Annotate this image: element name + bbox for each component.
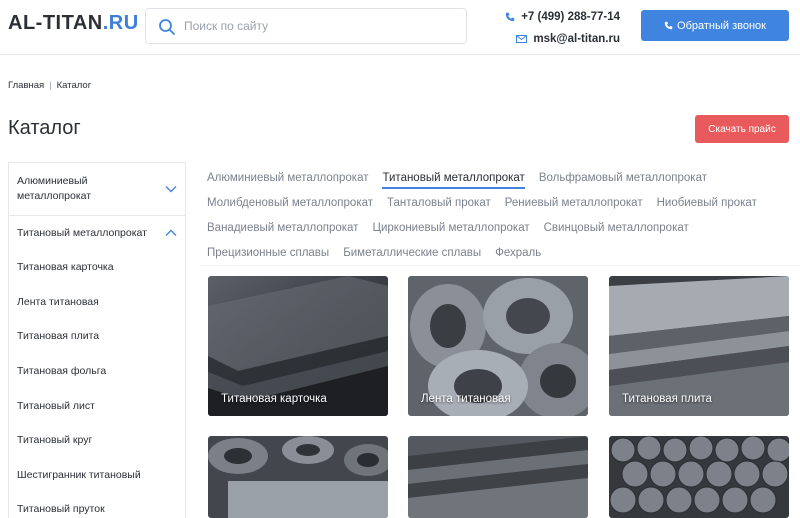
tab-titanium[interactable]: Титановый металлопрокат — [382, 172, 525, 189]
tab-row: Алюминиевый металлопрокат Титановый мета… — [207, 165, 800, 190]
tab-vanadium[interactable]: Ванадиевый металлопрокат — [207, 222, 358, 234]
sidebar-item[interactable]: Титановый лист — [9, 388, 185, 423]
tab-zirconium[interactable]: Циркониевый металлопрокат — [372, 222, 529, 234]
sidebar-item[interactable]: Шестигранник титановый — [9, 458, 185, 493]
sidebar-group-titanium[interactable]: Титановый металлопрокат — [9, 216, 185, 250]
breadcrumb-home[interactable]: Главная — [8, 80, 44, 91]
product-card-titanium-card[interactable]: Титановая карточка — [208, 276, 388, 416]
chevron-down-icon[interactable] — [165, 185, 177, 193]
phone-icon — [664, 21, 673, 30]
sidebar-item[interactable]: Титановая карточка — [9, 250, 185, 285]
download-price-button[interactable]: Скачать прайс — [695, 115, 789, 143]
tab-row: Прецизионные сплавы Биметаллические спла… — [207, 240, 800, 265]
tab-precision-alloys[interactable]: Прецизионные сплавы — [207, 247, 329, 259]
sidebar-item[interactable]: Титановая фольга — [9, 354, 185, 389]
tab-fechral[interactable]: Фехраль — [495, 247, 541, 259]
contact-block: +7 (499) 288-77-14 msk@al-titan.ru — [505, 8, 620, 52]
sidebar-item[interactable]: Титановый круг — [9, 423, 185, 458]
sidebar-group-label: Титановый металлопрокат — [17, 226, 147, 239]
phone-icon — [506, 12, 515, 22]
tab-aluminium[interactable]: Алюминиевый металлопрокат — [207, 172, 368, 184]
product-image — [408, 436, 588, 518]
breadcrumb-current: Каталог — [56, 80, 92, 91]
mail-icon — [516, 35, 528, 43]
tab-row: Молибденовый металлопрокат Танталовый пр… — [207, 190, 800, 215]
sidebar: Алюминиевый металлопрокат Титановый мета… — [8, 162, 186, 518]
product-card-titanium-foil[interactable] — [208, 436, 388, 518]
tab-lead[interactable]: Свинцовый металлопрокат — [544, 222, 689, 234]
search-icon[interactable] — [158, 18, 176, 36]
callback-label: Обратный звонок — [677, 19, 766, 32]
sidebar-item[interactable]: Лента титановая — [9, 285, 185, 320]
tab-molybdenum[interactable]: Молибденовый металлопрокат — [207, 197, 373, 209]
logo-suffix: .RU — [102, 12, 139, 34]
callback-button[interactable]: Обратный звонок — [641, 10, 789, 41]
tab-rhenium[interactable]: Рениевый металлопрокат — [505, 197, 643, 209]
chevron-up-icon[interactable] — [165, 229, 177, 237]
tab-tantalum[interactable]: Танталовый прокат — [387, 197, 491, 209]
tab-niobium[interactable]: Ниобиевый прокат — [657, 197, 757, 209]
product-label: Лента титановая — [421, 393, 511, 405]
phone-row[interactable]: +7 (499) 288-77-14 — [505, 8, 620, 26]
product-label: Титановая плита — [622, 393, 712, 405]
sidebar-group-aluminium[interactable]: Алюминиевый металлопрокат — [9, 163, 185, 216]
page-title: Каталог — [8, 117, 81, 139]
product-image — [208, 436, 388, 518]
product-card-titanium-strip[interactable]: Лента титановая — [408, 276, 588, 416]
tab-tungsten[interactable]: Вольфрамовый металлопрокат — [539, 172, 707, 184]
email-address: msk@al-titan.ru — [533, 33, 620, 45]
product-card-titanium-round[interactable] — [609, 436, 789, 518]
tabs-divider — [200, 265, 800, 266]
tab-row: Ванадиевый металлопрокат Циркониевый мет… — [207, 215, 800, 240]
product-label: Титановая карточка — [221, 393, 327, 405]
email-row[interactable]: msk@al-titan.ru — [505, 30, 620, 48]
product-card-titanium-plate[interactable]: Титановая плита — [609, 276, 789, 416]
category-tabs: Алюминиевый металлопрокат Титановый мета… — [207, 165, 800, 265]
sidebar-item[interactable]: Титановый пруток — [9, 492, 185, 518]
tab-bimetallic-alloys[interactable]: Биметаллические сплавы — [343, 247, 481, 259]
sidebar-item[interactable]: Титановая плита — [9, 319, 185, 354]
product-card-titanium-sheet[interactable] — [408, 436, 588, 518]
site-header: AL-TITAN.RU +7 (499) 288-77-14 msk@al-ti… — [0, 0, 800, 55]
site-logo[interactable]: AL-TITAN.RU — [8, 12, 139, 35]
search-box — [145, 8, 467, 44]
logo-main: AL-TITAN — [8, 12, 103, 34]
product-image — [609, 436, 789, 518]
phone-number: +7 (499) 288-77-14 — [521, 11, 620, 23]
sidebar-group-label: Алюминиевый металлопрокат — [17, 175, 92, 202]
breadcrumb: Главная | Каталог — [8, 80, 91, 91]
breadcrumb-separator: | — [49, 80, 52, 91]
search-input[interactable] — [184, 9, 460, 43]
